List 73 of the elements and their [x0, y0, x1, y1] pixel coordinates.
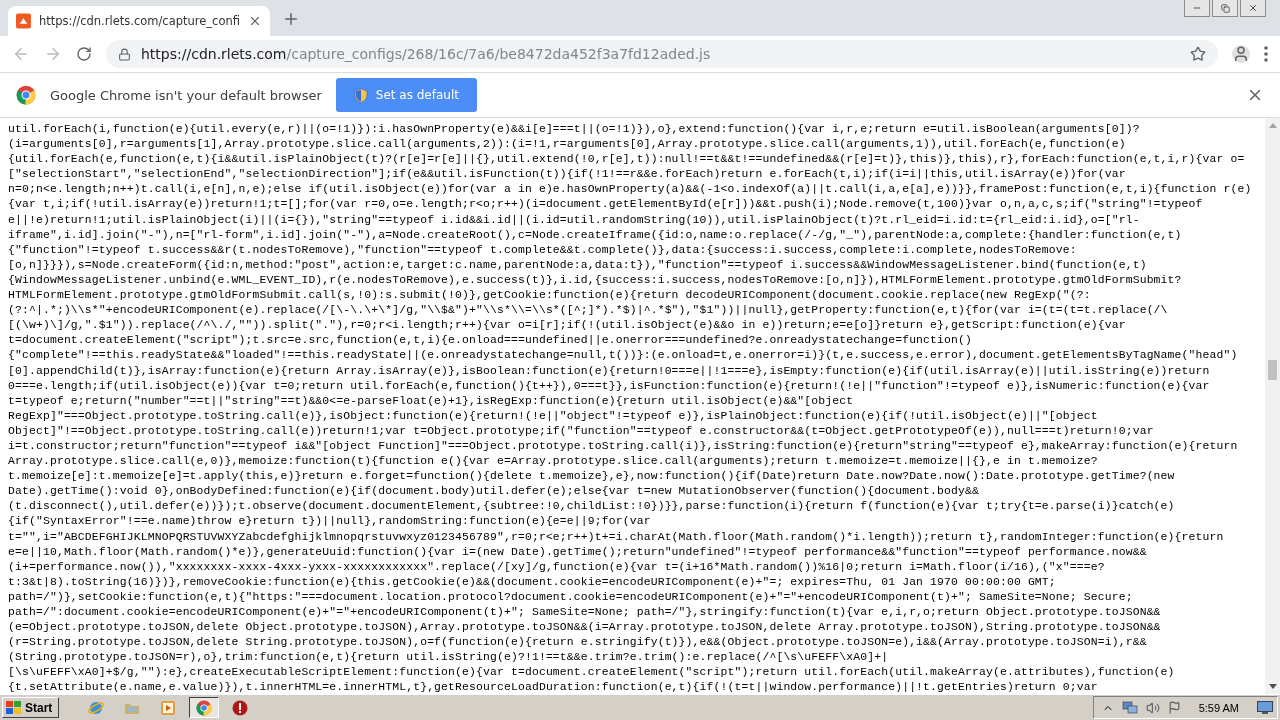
shield-icon: [353, 87, 368, 103]
code-line: {WindowMessageListener.unbind(e.WML_EVENT_ID),r(e.nodesToRemove),e.success(t)},i.id,{success:i.success,nodesToRemove:[o,n]}),HTMLFormElement.prototype.gtmOldFormSubmit?: [8, 272, 1183, 288]
taskbar-button[interactable]: [189, 697, 220, 718]
stop-icon: [232, 699, 249, 716]
reload-button[interactable]: [76, 46, 92, 62]
play-icon: [160, 699, 177, 716]
code-line: t=document.createElement("script");t.src=e.src,function(e,t,i){e.onload===undefined||e.onerror===undefined?e.onreadystatechange=function(): [8, 333, 973, 349]
menu-button[interactable]: [1264, 46, 1268, 62]
browser-tab[interactable]: https://cdn.rlets.com/capture_confi: [8, 6, 270, 36]
code-line: {"complete"!==this.readyState&&"loaded"!==this.readyState||(e.onreadystatechange=null,t())}:(e.onload=t,e.onerror=i)}(t,e.success,e.error),document.getElementsByTagName("head"): [8, 348, 1239, 364]
code-line: Date).getTime():void 0},onBodyDefined:function(e){if(document.body)util.defer(e);else{var t=new MutationObserver(function(){document.body&&: [8, 484, 980, 500]
bookmark-star-button[interactable]: [1190, 46, 1206, 62]
url-host: https://cdn.rlets.com: [141, 46, 287, 62]
code-line: n=0;n<e.length;n++)t.call(i,e[n],n,e);else if(util.isObject(e))for(var a in e)e.hasOwnProperty(a)&&(-1<o.indexOf(a)||t.call(i,a,e[a],e))}},framePost:function(e,t,i){function r(e): [8, 182, 1253, 198]
code-line: RegExp]"===Object.prototype.toString.call(e)},isObject:function(e){return!(!e||"object"!=typeof e)},isPlainObject:function(e){if(!util.isObject(e)||"[object: [8, 408, 1099, 424]
network-icon[interactable]: [1121, 700, 1138, 715]
code-line: {if("SyntaxError"!==e.name)throw e}return t})||null},randomString:function(e){e=e||9;for(var: [8, 514, 652, 530]
globe-icon: [88, 699, 105, 716]
code-line: [\s\uFEFF\xA0]+$/g,""):e},createExecutableScriptElement:function(e){var t=document.createElement("script");return util.forEach(util.makeArray(e.attributes),function(e): [8, 665, 1176, 681]
chrome-icon: [16, 85, 36, 105]
restore-button[interactable]: [1212, 0, 1238, 17]
volume-icon[interactable]: [1145, 700, 1160, 715]
windows-logo-icon: [6, 700, 22, 715]
code-line: [(\w+)\]/g,".$1")).replace(/^\./,"")).split("."),r=0;r<i.length;r++){var o=i[r];if(!(util.isObject(e)&&o in e))return;e=e[o]}return e},getScript:function(e){var: [8, 318, 1127, 334]
favicon-icon: [16, 13, 31, 29]
code-line: 0===e.length;if(util.isObject(e)){var t=0;return util.forEach(e,function(){t++}),0===t}},isFunction:function(e){return!(!e||"function"!=typeof e)},isNumeric:function(e){var: [8, 378, 1211, 394]
show-desktop-icon[interactable]: [1257, 701, 1273, 714]
code-line: t=typeof e;return("number"==t||"string"==t)&&0<=e-parseFloat(e)+1},isRegExp:function(e){return util.isObject(e)&&"[object: [8, 393, 855, 409]
code-line: [o,n]}}}),s=Node.createForm({id:n,method:"post",action:e,target:c.name,parentNode:a,data:t}),"function"==typeof i.success&&WindowMessageListener.bind(function(e,t): [8, 257, 1148, 273]
url-path: /capture_configs/268/16c/7a6/be8472da452f3a7fd12aded.js: [286, 46, 711, 62]
code-line: t="",i="ABCDEFGHIJKLMNOPQRSTUVWXYZabcdefghijklmnopqrstuvwxyz0123456789",r=0;r<e;r++)t+=i.charAt(Math.floor(Math.random()*i.length));return t},randomInteger:function(e){return: [8, 529, 1225, 545]
restore-icon: [1220, 3, 1230, 13]
menu-icon: [1264, 46, 1268, 62]
scrollbar[interactable]: [1265, 118, 1280, 694]
close-icon: [1248, 3, 1258, 13]
code-line: path=/")},setCookie:function(e,t){"https:"===document.location.protocol?document.cookie=encodeURIComponent(e)+"="+encodeURIComponent(t)+"; SameSite=None; Secure;: [8, 589, 1134, 605]
code-line: (String.prototype.toJSON=r),o},trim:function(e,t){return util.isString(e)?!1!==t&&e.trim?e.trim():e.replace(/^[\s\uFEFF\xA0]+|: [8, 650, 890, 666]
code-line: {util.forEach(e,function(e,t){i&&util.isPlainObject(t)?(r[e]=r[e]||{},util.extend(!0,r[e],t)):null!==t&&t!==undefined&&(r[e]=t)},this)},this),r},forEach:function(e,t,i,r){var o=: [8, 152, 1246, 168]
start-button[interactable]: Start: [2, 697, 60, 718]
code-line: t:3&t|8).toString(16)})},removeCookie:function(e){this.getCookie(e)&&(document.cookie=encodeURIComponent(e)+"=; expires=Thu, 01 Jan 1970 00:00:00 GMT;: [8, 574, 1057, 590]
code-line: t.memoize[e]:t.memoize[e]=t.apply(this,e)}return e.forget=function(){delete t.memoize},e},now:function(){if(Date)return Date.now?Date.now():Date.prototype.getTime?(new: [8, 469, 1176, 485]
lock-icon: [118, 47, 131, 61]
address-bar[interactable]: https://cdn.rlets.com/capture_configs/268/16c/7a6/be8472da452f3a7fd12aded.js: [106, 40, 1218, 68]
chrome-icon: [196, 699, 213, 716]
code-line: path=/":document.cookie=encodeURIComponent(e)+"="+encodeURIComponent(t)+"; SameSite=None; path=/"},stringify:function(t){var e,i,r,o;return Object.prototype.toJSON&&: [8, 605, 1162, 620]
profile-button[interactable]: [1232, 45, 1250, 63]
code-line: iframe",i.id].join("-"),n=["rl-form",i.id].join("-"),a=Node.createRoot(),c=Node.createIframe({id:o,name:o.replace(/-/g,"_"),parentNode:a,complete:{handler:function(e,t): [8, 227, 1183, 243]
clock[interactable]: 5:59 AM: [1198, 701, 1239, 714]
tab-title: https://cdn.rlets.com/capture_confi: [38, 14, 240, 28]
code-line: ["selectionStart","selectionEnd","selectionDirection"];if(e&&util.isFunction(t)){if(!1!==r&&e.forEach)return e.forEach(t,i);if(i=i||this,util.isArray(e))for(var: [8, 167, 1127, 183]
code-line: (r=String.prototype.toJSON,delete String.prototype.toJSON),o=f(function(e){return e.stringify(t)}),e&&(Object.prototype.toJSON=e),i&&(Array.prototype.toJSON=i),r&&: [8, 635, 1148, 651]
code-line: e=e||10,Math.floor(Math.random()*e)},generateUuid:function(){var i=(new Date).getTime();return"undefined"!=typeof performance&&"function"==typeof performance.now&&: [8, 544, 1148, 560]
code-line: e||!e)return!1;util.isPlainObject(i)||(i={}),"string"==typeof i.id&&i.id||(i.id=util.randomString(10)),util.isPlainObject(t)?t.rl_eid=i.id:t={rl_eid:i.id},o=["rl-: [8, 212, 1141, 228]
infobar-message: Google Chrome isn't your default browser: [50, 87, 322, 103]
code-line: {"function"!=typeof t.success&&r(t.nodesToRemove),"function"==typeof t.complete&&t.complete()},data:{success:i.success,complete:i.complete,nodesToRemove:: [8, 242, 1078, 258]
new-tab-button[interactable]: [282, 10, 300, 28]
code-line: [0].appendChild(t)},isArray:function(e){return Array.isArray(e)},isBoolean:function(e){return!0===e||!1===e},isEmpty:function(e){if(util.isArray(e)||util.isString(e))return: [8, 363, 1211, 379]
minimize-button[interactable]: [1184, 0, 1210, 17]
code-line: Array.prototype.slice.call(e,0)},memoize:function(t){function e(){var e=Array.prototype.slice.call(arguments);return t.memoize=t.memoize||{},e in t.memoize?: [8, 454, 1099, 470]
code-line: (i+=performance.now()),"xxxxxxxx-xxxx-4xxx-yxxx-xxxxxxxxxxxx".replace(/[xy]/g,function(e){var t=(i+16*Math.random())%16|0;return i=Math.floor(i/16),("x"===e?: [8, 559, 1106, 575]
code-line: i=t.constructor;return"function"==typeof i&&"[object Function]"===Object.prototype.toString.call(i)},isString:function(e){return"string"==typeof e},makeArray:function(e){return: [8, 438, 1239, 454]
close-tab-button[interactable]: [248, 14, 262, 28]
close-window-button[interactable]: [1240, 0, 1266, 17]
code-line: (i=arguments[0],r=arguments[1],Array.prototype.slice.call(arguments,2)):(i=!1,r=arguments[0],Array.prototype.slice.call(arguments,1)),util.forEach(e,function(e): [8, 137, 1127, 153]
code-line: (e=Object.prototype.toJSON,delete Object.prototype.toJSON),Array.prototype.toJSON&&(i=Array.prototype.toJSON,delete Array.prototype.toJSON),String.prototype.toJSON&&: [8, 620, 1162, 636]
code-line: HTMLFormElement.prototype.gtmOldFormSubmit.call(s,!0):s.submit(!0)},getCookie:function(e){return decodeURIComponent(document.cookie.replace(new RegExp("(?:: [8, 288, 1092, 304]
code-line: (t.disconnect(),util.defer(e))});t.observe(document.documentElement,{subtree:!0,childList:!0})}},parse:function(i){return f(function(e){var t;try{t=e.parse(i)}catch(e): [8, 499, 1176, 515]
code-line: util.forEach(i,function(e){util.every(e,r)||(o=!1)}):i.hasOwnProperty(e)&&i[e]===t||(o=!1)}),o},extend:function(){var i,r,e;return e=util.isBoolean(arguments[0])?: [8, 122, 1141, 137]
code-line: {var t,i;if(!util.isArray(e))return!1;t=[];for(var r=0,o=e.length;r<o;r++)(i=document.getElementById(e[r]))&&t.push(i);Node.remove(t,100)}var o,n,a,c,s;if("string"!=typeof: [8, 197, 1204, 213]
code-line: Object]"!==Object.prototype.toString.call(e))return!1;var t=Object.prototype;if("function"==typeof e.constructor&&(t=Object.getPrototypeOf(e)),null===t)return!0;var: [8, 423, 1155, 439]
flag-icon[interactable]: [1167, 701, 1181, 714]
code-line: {t.setAttribute(e.name,e.value)}),t.innerHTML=e.innerHTML,t},getResourceLoadDuration:function(e,t){if(!(t=t||window.performance)||!t.getEntries)return 0;var: [8, 680, 1099, 694]
code-line: (?:^|.*;)\\s*"+encodeURIComponent(e).replace(/[\-\.\+\*]/g,"\\$&")+"\\s*\\=\\s*([^;]*).*$)|^.*$"),"$1"))||null},getProperty:function(e,t){for(var i=(t=(t=t.replace(/\: [8, 303, 1169, 319]
